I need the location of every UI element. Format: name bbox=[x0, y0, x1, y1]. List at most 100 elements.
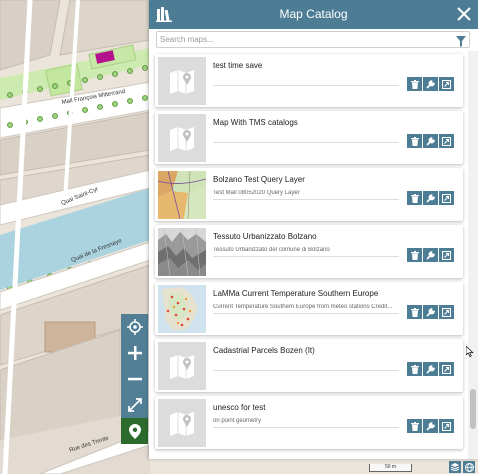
card-actions bbox=[407, 419, 455, 433]
layers-icon bbox=[451, 463, 459, 471]
edit-properties-button[interactable] bbox=[423, 77, 438, 91]
delete-button[interactable] bbox=[407, 77, 422, 91]
filter-icon[interactable] bbox=[456, 34, 466, 52]
share-button[interactable] bbox=[439, 419, 454, 433]
pin-icon bbox=[128, 423, 141, 439]
share-button[interactable] bbox=[439, 305, 454, 319]
delete-button[interactable] bbox=[407, 362, 422, 376]
map-card[interactable]: Cadastrial Parcels Bozen (It) bbox=[155, 339, 463, 392]
edit-properties-button[interactable] bbox=[423, 248, 438, 262]
map-catalog-panel: Map Catalog test time save bbox=[149, 0, 478, 459]
map-title: Map With TMS catalogs bbox=[213, 118, 298, 127]
map-preview-image bbox=[158, 171, 206, 219]
share-button[interactable] bbox=[439, 191, 454, 205]
zoom-out-button[interactable] bbox=[121, 366, 148, 392]
map-placeholder-icon bbox=[158, 342, 206, 390]
divider bbox=[213, 313, 399, 314]
wrench-icon bbox=[426, 79, 435, 89]
edit-properties-button[interactable] bbox=[423, 305, 438, 319]
map-description: Current Temperature Southern Europe from… bbox=[213, 304, 393, 310]
share-icon bbox=[442, 364, 451, 374]
locate-button[interactable] bbox=[121, 314, 148, 340]
map-thumbnail bbox=[158, 57, 206, 105]
search-input[interactable] bbox=[160, 32, 440, 47]
share-button[interactable] bbox=[439, 362, 454, 376]
map-placeholder-icon bbox=[158, 114, 206, 162]
delete-button[interactable] bbox=[407, 248, 422, 262]
layers-button[interactable] bbox=[449, 461, 461, 473]
delete-icon bbox=[410, 421, 419, 431]
temperature-map-preview-image bbox=[158, 285, 206, 333]
map-description: Test Mail 08052020 Query Layer bbox=[213, 190, 300, 196]
delete-button[interactable] bbox=[407, 134, 422, 148]
delete-button[interactable] bbox=[407, 305, 422, 319]
share-icon bbox=[442, 193, 451, 203]
divider bbox=[213, 370, 399, 371]
map-card[interactable]: Map With TMS catalogs bbox=[155, 111, 463, 164]
wrench-icon bbox=[426, 421, 435, 431]
map-thumbnail bbox=[158, 342, 206, 390]
edit-properties-button[interactable] bbox=[423, 362, 438, 376]
delete-button[interactable] bbox=[407, 191, 422, 205]
edit-properties-button[interactable] bbox=[423, 419, 438, 433]
map-title: Tessuto Urbanizzato Bolzano bbox=[213, 232, 317, 241]
map-thumbnail bbox=[158, 171, 206, 219]
panel-title: Map Catalog bbox=[279, 7, 348, 21]
share-icon bbox=[442, 250, 451, 260]
map-card[interactable]: test time save bbox=[155, 54, 463, 107]
divider bbox=[213, 142, 399, 143]
share-icon bbox=[442, 307, 451, 317]
wrench-icon bbox=[426, 307, 435, 317]
map-description: on point geometry bbox=[213, 418, 262, 424]
delete-button[interactable] bbox=[407, 419, 422, 433]
divider bbox=[213, 85, 399, 86]
delete-icon bbox=[410, 250, 419, 260]
card-actions bbox=[407, 305, 455, 319]
delete-icon bbox=[410, 79, 419, 89]
map-thumbnail bbox=[158, 399, 206, 447]
catalog-toggle-button[interactable] bbox=[121, 418, 148, 444]
divider bbox=[213, 199, 399, 200]
scrollbar-thumb[interactable] bbox=[470, 389, 476, 429]
map-thumbnail bbox=[158, 114, 206, 162]
share-icon bbox=[442, 136, 451, 146]
fullscreen-button[interactable] bbox=[121, 392, 148, 418]
map-thumbnail bbox=[158, 285, 206, 333]
share-icon bbox=[442, 79, 451, 89]
search-box bbox=[156, 31, 470, 48]
share-icon bbox=[442, 421, 451, 431]
card-actions bbox=[407, 191, 455, 205]
map-card[interactable]: Tessuto Urbanizzato Bolzano Tessuto Urba… bbox=[155, 225, 463, 278]
card-actions bbox=[407, 362, 455, 376]
background-selector-button[interactable] bbox=[463, 461, 475, 473]
card-actions bbox=[407, 248, 455, 262]
share-button[interactable] bbox=[439, 77, 454, 91]
map-placeholder-icon bbox=[158, 399, 206, 447]
share-button[interactable] bbox=[439, 248, 454, 262]
map-card[interactable]: unesco for test on point geometry bbox=[155, 396, 463, 449]
card-actions bbox=[407, 134, 455, 148]
divider bbox=[213, 256, 399, 257]
map-thumbnail bbox=[158, 228, 206, 276]
edit-properties-button[interactable] bbox=[423, 191, 438, 205]
wrench-icon bbox=[426, 364, 435, 374]
wrench-icon bbox=[426, 136, 435, 146]
map-title: Bolzano Test Query Layer bbox=[213, 175, 305, 184]
map-card[interactable]: LaMMa Current Temperature Southern Europ… bbox=[155, 282, 463, 335]
map-title: Cadastrial Parcels Bozen (It) bbox=[213, 346, 315, 355]
card-actions bbox=[407, 77, 455, 91]
map-placeholder-icon bbox=[158, 57, 206, 105]
share-button[interactable] bbox=[439, 134, 454, 148]
zoom-out-icon bbox=[127, 377, 142, 381]
zoom-in-icon bbox=[127, 346, 142, 360]
map-description: Tessuto Urbanizzato del comune di Bolzan… bbox=[213, 247, 330, 253]
scale-bar: 50 m bbox=[369, 464, 412, 472]
zoom-in-button[interactable] bbox=[121, 340, 148, 366]
delete-icon bbox=[410, 136, 419, 146]
close-icon[interactable] bbox=[456, 6, 472, 27]
scrollbar[interactable] bbox=[468, 51, 478, 459]
map-card[interactable]: Bolzano Test Query Layer Test Mail 08052… bbox=[155, 168, 463, 221]
edit-properties-button[interactable] bbox=[423, 134, 438, 148]
mouse-cursor-icon bbox=[466, 346, 474, 357]
locate-icon bbox=[126, 319, 143, 335]
